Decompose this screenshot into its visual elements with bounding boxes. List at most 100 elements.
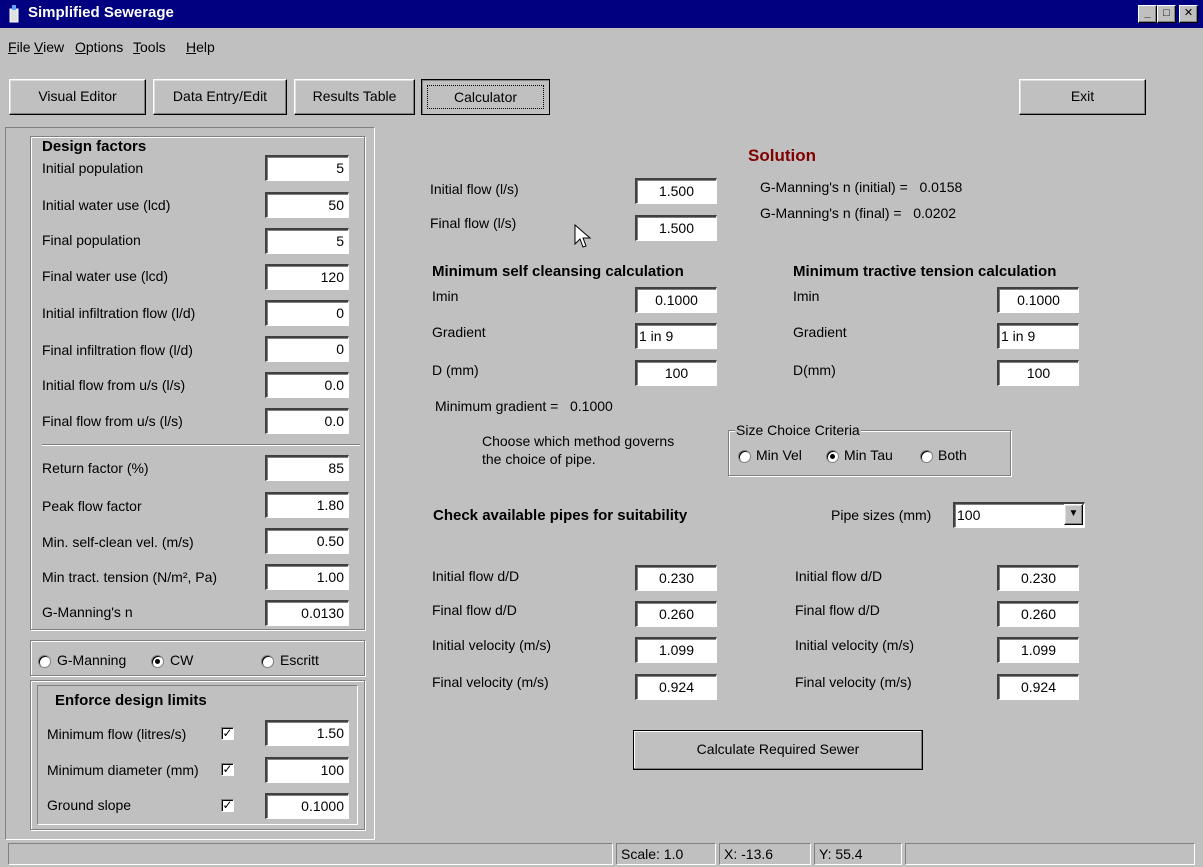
left-final-vel-field[interactable]: 0.924 [635, 674, 717, 700]
self-clean-vel-field[interactable]: 0.50 [265, 528, 349, 554]
self-cleansing-heading: Minimum self cleansing calculation [432, 263, 684, 280]
right-final-vel-label: Final velocity (m/s) [795, 674, 912, 690]
sc-gradient-field[interactable]: 1 in 9 [635, 323, 717, 349]
final-water-use-label: Final water use (lcd) [42, 268, 169, 284]
solution-initial-flow-field[interactable]: 1.500 [635, 178, 717, 204]
minimize-icon: _ [1144, 7, 1151, 19]
title-bar[interactable]: Simplified Sewerage _ □ ✕ [0, 0, 1203, 28]
radio-g-manning[interactable] [38, 655, 51, 668]
ground-slope-checkbox[interactable]: ✓ [221, 799, 234, 812]
radio-min-tau-label: Min Tau [844, 447, 893, 463]
status-y: Y: 55.4 [814, 843, 902, 865]
tt-gradient-field[interactable]: 1 in 9 [997, 323, 1079, 349]
final-water-use-field[interactable]: 120 [265, 264, 349, 290]
menu-help[interactable]: Help [186, 39, 215, 55]
size-choice-legend: Size Choice Criteria [735, 422, 861, 438]
initial-water-use-field[interactable]: 50 [265, 192, 349, 218]
calculate-sewer-button[interactable]: Calculate Required Sewer [633, 730, 923, 770]
radio-cw-label: CW [170, 652, 194, 668]
radio-cw[interactable] [151, 655, 164, 668]
min-diameter-field[interactable]: 100 [265, 757, 349, 783]
close-button[interactable]: ✕ [1179, 5, 1198, 23]
pipe-sizes-dropdown-button[interactable]: ▼ [1064, 504, 1083, 525]
sc-imin-field[interactable]: 0.1000 [635, 287, 717, 313]
design-factors-heading: Design factors [42, 138, 147, 155]
initial-population-label: Initial population [42, 160, 144, 176]
sc-gradient-label: Gradient [432, 324, 486, 340]
right-final-dD-field[interactable]: 0.260 [997, 601, 1079, 627]
radio-escritt[interactable] [261, 655, 274, 668]
initial-infiltration-label: Initial infiltration flow (l/d) [42, 305, 196, 321]
final-population-field[interactable]: 5 [265, 228, 349, 254]
pipe-sizes-value: 100 [957, 507, 981, 523]
ground-slope-field[interactable]: 0.1000 [265, 793, 349, 819]
solution-heading: Solution [748, 146, 816, 165]
right-initial-dD-field[interactable]: 0.230 [997, 565, 1079, 591]
tt-imin-field[interactable]: 0.1000 [997, 287, 1079, 313]
self-clean-vel-label: Min. self-clean vel. (m/s) [42, 534, 194, 550]
left-initial-vel-field[interactable]: 1.099 [635, 637, 717, 663]
divider [42, 444, 360, 446]
calculator-button-label: Calculator [427, 85, 544, 109]
data-entry-button[interactable]: Data Entry/Edit [153, 79, 287, 115]
left-initial-dD-field[interactable]: 0.230 [635, 565, 717, 591]
app-icon [7, 5, 21, 23]
tt-d-field[interactable]: 100 [997, 360, 1079, 386]
radio-min-tau[interactable] [826, 450, 839, 463]
pipe-sizes-label: Pipe sizes (mm) [831, 507, 932, 523]
status-scale: Scale: 1.0 [616, 843, 716, 865]
peak-flow-factor-field[interactable]: 1.80 [265, 492, 349, 518]
min-flow-checkbox[interactable]: ✓ [221, 727, 234, 740]
results-table-button[interactable]: Results Table [294, 79, 415, 115]
close-icon: ✕ [1183, 7, 1194, 19]
limits-heading: Enforce design limits [55, 692, 207, 709]
solution-initial-flow-label: Initial flow (l/s) [430, 181, 519, 197]
solution-final-flow-field[interactable]: 1.500 [635, 215, 717, 241]
left-final-dD-field[interactable]: 0.260 [635, 601, 717, 627]
left-initial-dD-label: Initial flow d/D [432, 568, 520, 584]
tract-tension-field[interactable]: 1.00 [265, 564, 349, 590]
minimize-button[interactable]: _ [1138, 5, 1157, 23]
radio-g-manning-label: G-Manning [57, 652, 127, 668]
sc-d-field[interactable]: 100 [635, 360, 717, 386]
visual-editor-button[interactable]: Visual Editor [9, 79, 146, 115]
menu-options[interactable]: Options [75, 39, 123, 55]
calculator-button[interactable]: Calculator [421, 79, 550, 115]
return-factor-label: Return factor (%) [42, 460, 149, 476]
mouse-cursor-icon [574, 223, 592, 253]
g-manning-n-field[interactable]: 0.0130 [265, 600, 349, 626]
initial-infiltration-field[interactable]: 0 [265, 300, 349, 326]
g-manning-n-label: G-Manning's n [42, 604, 133, 620]
right-initial-vel-field[interactable]: 1.099 [997, 637, 1079, 663]
final-population-label: Final population [42, 232, 141, 248]
radio-both[interactable] [920, 450, 933, 463]
maximize-button[interactable]: □ [1157, 5, 1176, 23]
radio-escritt-label: Escritt [280, 652, 319, 668]
sc-d-label: D (mm) [432, 362, 479, 378]
radio-min-vel[interactable] [738, 450, 751, 463]
final-flow-us-field[interactable]: 0.0 [265, 408, 349, 434]
choose-method-text-2: the choice of pipe. [482, 451, 596, 467]
menu-view[interactable]: View [34, 39, 64, 55]
menu-file[interactable]: File [8, 39, 31, 55]
menu-tools[interactable]: Tools [133, 39, 166, 55]
min-diameter-checkbox[interactable]: ✓ [221, 763, 234, 776]
right-final-dD-label: Final flow d/D [795, 602, 880, 618]
return-factor-field[interactable]: 85 [265, 455, 349, 481]
initial-flow-us-field[interactable]: 0.0 [265, 372, 349, 398]
final-infiltration-field[interactable]: 0 [265, 336, 349, 362]
initial-flow-us-label: Initial flow from u/s (l/s) [42, 377, 186, 393]
min-flow-label: Minimum flow (litres/s) [47, 726, 187, 742]
sc-imin-label: Imin [432, 288, 459, 304]
tt-gradient-label: Gradient [793, 324, 847, 340]
right-final-vel-field[interactable]: 0.924 [997, 674, 1079, 700]
exit-button[interactable]: Exit [1019, 79, 1146, 115]
tract-tension-label: Min tract. tension (N/m², Pa) [42, 569, 218, 585]
min-flow-field[interactable]: 1.50 [265, 720, 349, 746]
tractive-heading: Minimum tractive tension calculation [793, 263, 1057, 280]
initial-population-field[interactable]: 5 [265, 155, 349, 181]
left-final-dD-label: Final flow d/D [432, 602, 517, 618]
right-initial-dD-label: Initial flow d/D [795, 568, 883, 584]
right-initial-vel-label: Initial velocity (m/s) [795, 637, 915, 653]
radio-min-vel-label: Min Vel [756, 447, 802, 463]
